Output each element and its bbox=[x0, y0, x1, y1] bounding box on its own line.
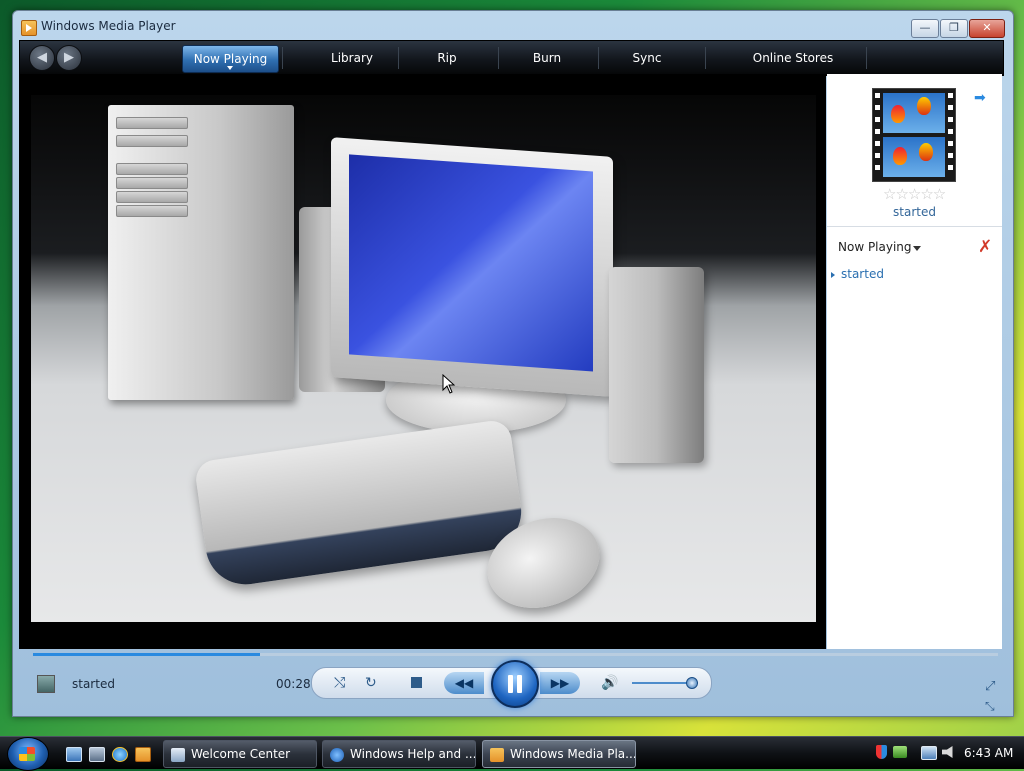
back-button[interactable]: ◀ bbox=[29, 45, 55, 71]
task-label: Windows Media Pla... bbox=[510, 747, 636, 761]
computer-tower-image bbox=[108, 105, 294, 400]
volume-slider-thumb[interactable] bbox=[686, 677, 699, 689]
clock[interactable]: 6:43 AM bbox=[964, 746, 1013, 760]
monitor-image bbox=[331, 137, 613, 397]
stop-button[interactable] bbox=[411, 677, 422, 688]
volume-icon[interactable] bbox=[942, 746, 953, 758]
update-icon[interactable] bbox=[893, 746, 907, 758]
mute-button[interactable]: 🔊 bbox=[601, 675, 618, 691]
clear-list-icon[interactable]: ✗ bbox=[978, 237, 992, 257]
status-title: started bbox=[72, 677, 115, 691]
media-player-launch-icon[interactable] bbox=[135, 747, 151, 762]
close-button[interactable]: ✕ bbox=[969, 19, 1005, 38]
taskbar-item-welcome-center[interactable]: Welcome Center bbox=[163, 740, 317, 768]
tab-separator bbox=[598, 47, 599, 69]
window-title: Windows Media Player bbox=[41, 19, 176, 33]
video-display[interactable] bbox=[19, 74, 826, 649]
navigation-toolbar: ◀ ▶ Now Playing Library Rip Burn Sync On… bbox=[19, 40, 1004, 76]
album-art[interactable] bbox=[872, 88, 956, 182]
help-icon bbox=[330, 747, 344, 762]
forward-button[interactable]: ▶ bbox=[56, 45, 82, 71]
tab-separator bbox=[398, 47, 399, 69]
tab-rip[interactable]: Rip bbox=[412, 45, 482, 71]
window-icon bbox=[171, 747, 185, 762]
list-item[interactable]: started bbox=[831, 267, 884, 281]
tab-burn[interactable]: Burn bbox=[512, 45, 582, 71]
tab-separator bbox=[498, 47, 499, 69]
tab-separator bbox=[866, 47, 867, 69]
taskbar-item-windows-help[interactable]: Windows Help and ... bbox=[322, 740, 476, 768]
speaker-right-image bbox=[609, 267, 704, 463]
elapsed-time[interactable]: 00:28 bbox=[276, 677, 311, 691]
repeat-button[interactable]: ↻ bbox=[365, 675, 377, 691]
title-bar[interactable]: Windows Media Player — ❐ ✕ bbox=[13, 11, 1013, 39]
maximize-button[interactable]: ❐ bbox=[940, 19, 968, 38]
tab-online-stores[interactable]: Online Stores bbox=[738, 45, 848, 71]
rewind-button[interactable]: ◀◀ bbox=[444, 672, 484, 694]
media-player-icon bbox=[21, 20, 37, 36]
minimize-button[interactable]: — bbox=[911, 19, 939, 38]
list-pane: ➡ ☆☆☆☆☆ started Now Playing ✗ started bbox=[827, 74, 1002, 649]
video-icon bbox=[37, 675, 55, 693]
list-item-label: started bbox=[841, 267, 884, 281]
security-shield-icon[interactable] bbox=[876, 745, 887, 759]
pause-button[interactable] bbox=[491, 660, 539, 708]
video-frame bbox=[31, 95, 816, 622]
internet-explorer-icon[interactable] bbox=[112, 747, 128, 762]
tab-separator bbox=[282, 47, 283, 69]
keyboard-image bbox=[193, 418, 527, 590]
list-header[interactable]: Now Playing bbox=[838, 240, 912, 254]
divider bbox=[827, 226, 1002, 227]
fullscreen-icon[interactable]: ⤢ bbox=[985, 679, 995, 694]
taskbar: Welcome Center Windows Help and ... Wind… bbox=[0, 736, 1024, 771]
playback-controls: started 00:28 ⤭ ↻ ◀◀ ▶▶ 🔊 ⤢ ⤡ bbox=[19, 657, 1002, 715]
shuffle-button[interactable]: ⤭ bbox=[334, 675, 345, 691]
switch-windows-icon[interactable] bbox=[89, 747, 105, 762]
chevron-down-icon[interactable] bbox=[227, 66, 233, 70]
show-desktop-icon[interactable] bbox=[66, 747, 82, 762]
taskbar-item-media-player[interactable]: Windows Media Pla... bbox=[482, 740, 636, 768]
chevron-down-icon[interactable] bbox=[913, 246, 921, 251]
arrow-right-icon[interactable]: ➡ bbox=[974, 90, 986, 106]
tab-label: Now Playing bbox=[193, 52, 268, 66]
task-label: Windows Help and ... bbox=[350, 747, 476, 761]
seek-bar[interactable] bbox=[33, 653, 998, 656]
media-title: started bbox=[893, 205, 936, 219]
media-player-window: Windows Media Player — ❐ ✕ ◀ ▶ Now Playi… bbox=[12, 10, 1014, 717]
network-icon[interactable] bbox=[921, 746, 937, 760]
fast-forward-button[interactable]: ▶▶ bbox=[540, 672, 580, 694]
tab-sync[interactable]: Sync bbox=[612, 45, 682, 71]
tab-now-playing[interactable]: Now Playing bbox=[182, 45, 279, 73]
start-button[interactable] bbox=[7, 737, 49, 771]
switch-to-compact-icon[interactable]: ⤡ bbox=[985, 699, 995, 714]
play-indicator-icon bbox=[831, 271, 835, 278]
tab-library[interactable]: Library bbox=[310, 45, 394, 71]
seek-progress bbox=[33, 653, 260, 656]
rating-stars[interactable]: ☆☆☆☆☆ bbox=[883, 185, 946, 203]
media-player-icon bbox=[490, 747, 504, 762]
task-label: Welcome Center bbox=[191, 747, 291, 761]
tab-separator bbox=[705, 47, 706, 69]
